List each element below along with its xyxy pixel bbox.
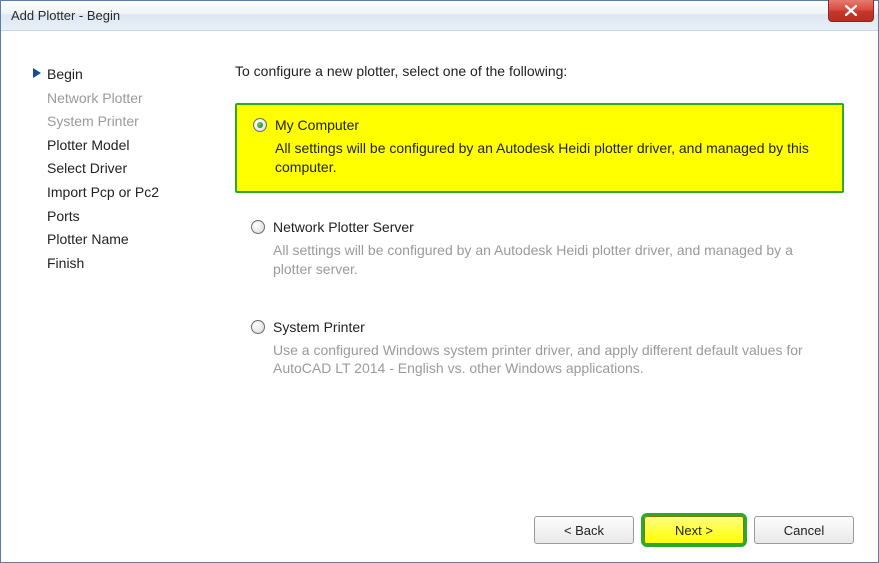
wizard-buttons: < Back Next > Cancel bbox=[534, 516, 854, 544]
option-label: Network Plotter Server bbox=[273, 219, 414, 235]
radio-network-plotter-server[interactable] bbox=[251, 220, 265, 234]
main-panel: To configure a new plotter, select one o… bbox=[235, 55, 854, 492]
add-plotter-wizard: Add Plotter - Begin Begin Network Plotte… bbox=[0, 0, 879, 563]
option-label: System Printer bbox=[273, 319, 365, 335]
step-import-pcp-pc2: Import Pcp or Pc2 bbox=[33, 181, 235, 205]
back-button[interactable]: < Back bbox=[534, 516, 634, 544]
option-label: My Computer bbox=[275, 117, 359, 133]
radio-system-printer[interactable] bbox=[251, 320, 265, 334]
step-begin: Begin bbox=[33, 63, 235, 87]
option-description: Use a configured Windows system printer … bbox=[251, 341, 828, 379]
step-plotter-name: Plotter Name bbox=[33, 228, 235, 252]
next-button[interactable]: Next > bbox=[644, 516, 744, 544]
option-description: All settings will be configured by an Au… bbox=[253, 139, 826, 177]
content-area: Begin Network Plotter System Printer Plo… bbox=[1, 31, 878, 492]
cancel-button[interactable]: Cancel bbox=[754, 516, 854, 544]
window-title: Add Plotter - Begin bbox=[11, 8, 120, 23]
titlebar: Add Plotter - Begin bbox=[1, 1, 878, 31]
radio-my-computer[interactable] bbox=[253, 118, 267, 132]
step-system-printer: System Printer bbox=[33, 110, 235, 134]
close-button[interactable] bbox=[828, 0, 874, 22]
option-network-plotter-server[interactable]: Network Plotter Server All settings will… bbox=[235, 207, 844, 293]
wizard-steps-sidebar: Begin Network Plotter System Printer Plo… bbox=[25, 55, 235, 492]
button-divider bbox=[25, 495, 854, 496]
close-icon bbox=[845, 5, 857, 16]
step-ports: Ports bbox=[33, 205, 235, 229]
step-finish: Finish bbox=[33, 252, 235, 276]
step-plotter-model: Plotter Model bbox=[33, 134, 235, 158]
step-select-driver: Select Driver bbox=[33, 157, 235, 181]
option-description: All settings will be configured by an Au… bbox=[251, 241, 828, 279]
instruction-text: To configure a new plotter, select one o… bbox=[235, 63, 844, 79]
step-network-plotter: Network Plotter bbox=[33, 87, 235, 111]
option-system-printer[interactable]: System Printer Use a configured Windows … bbox=[235, 307, 844, 393]
option-my-computer[interactable]: My Computer All settings will be configu… bbox=[235, 103, 844, 193]
